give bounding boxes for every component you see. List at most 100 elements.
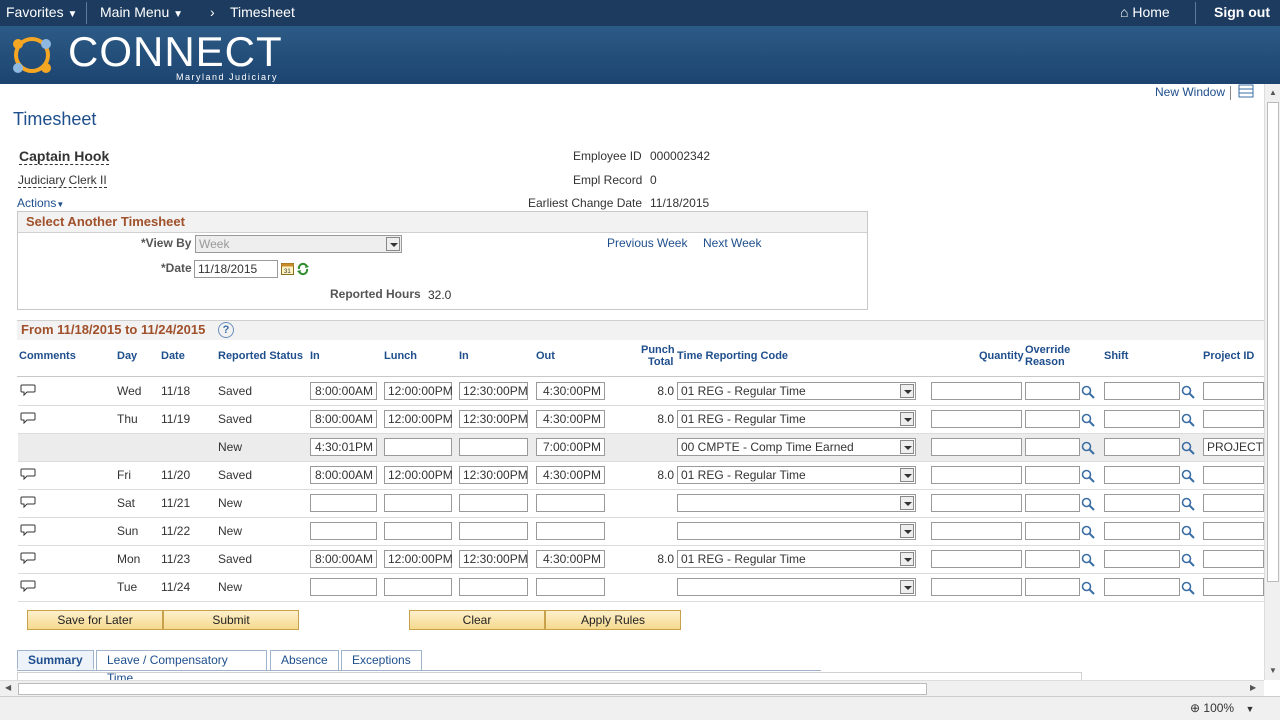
lunch-time-input[interactable]: 12:00:00PM <box>384 466 453 484</box>
out-time-input[interactable]: 4:30:00PM <box>536 410 605 428</box>
lookup-icon[interactable] <box>1181 553 1195 567</box>
project-id-input[interactable] <box>1203 578 1264 596</box>
personalize-page-icon[interactable] <box>1238 84 1254 98</box>
comment-icon[interactable] <box>20 467 36 481</box>
horizontal-scrollbar[interactable]: ◀ ▶ <box>0 680 1264 696</box>
shift-input[interactable] <box>1104 410 1180 428</box>
override-reason-input[interactable] <box>1025 438 1080 456</box>
lookup-icon[interactable] <box>1181 441 1195 455</box>
lookup-icon[interactable] <box>1081 413 1095 427</box>
vertical-scrollbar[interactable]: ▲ ▼ <box>1264 84 1280 680</box>
shift-input[interactable] <box>1104 550 1180 568</box>
quantity-input[interactable] <box>931 438 1022 456</box>
zoom-control[interactable]: ⊕ 100% ▼ <box>1190 701 1254 715</box>
refresh-icon[interactable] <box>296 262 310 276</box>
scroll-left-icon[interactable]: ◀ <box>5 683 11 692</box>
lookup-icon[interactable] <box>1081 525 1095 539</box>
lunch-time-input[interactable]: 12:00:00PM <box>384 410 453 428</box>
in-time-2-input[interactable] <box>459 522 528 540</box>
lookup-icon[interactable] <box>1081 469 1095 483</box>
next-week-link[interactable]: Next Week <box>703 236 761 250</box>
quantity-input[interactable] <box>931 550 1022 568</box>
previous-week-link[interactable]: Previous Week <box>607 236 687 250</box>
in-time-input[interactable]: 8:00:00AM <box>310 382 377 400</box>
in-time-input[interactable] <box>310 578 377 596</box>
project-id-input[interactable] <box>1203 522 1264 540</box>
out-time-input[interactable]: 4:30:00PM <box>536 466 605 484</box>
help-icon[interactable]: ? <box>218 322 234 338</box>
in-time-input[interactable] <box>310 494 377 512</box>
shift-input[interactable] <box>1104 382 1180 400</box>
comment-icon[interactable] <box>20 495 36 509</box>
in-time-input[interactable]: 8:00:00AM <box>310 550 377 568</box>
lookup-icon[interactable] <box>1181 581 1195 595</box>
scroll-up-icon[interactable]: ▲ <box>1269 88 1277 97</box>
out-time-input[interactable] <box>536 522 605 540</box>
tab-exceptions[interactable]: Exceptions <box>341 650 422 670</box>
in-time-2-input[interactable] <box>459 438 528 456</box>
override-reason-input[interactable] <box>1025 382 1080 400</box>
lookup-icon[interactable] <box>1081 553 1095 567</box>
employee-job-title[interactable]: Judiciary Clerk II <box>18 173 107 188</box>
favorites-menu[interactable]: Favorites ▼ <box>6 4 77 20</box>
in-time-input[interactable]: 4:30:01PM <box>310 438 377 456</box>
project-id-input[interactable] <box>1203 382 1264 400</box>
lunch-time-input[interactable] <box>384 578 452 596</box>
lookup-icon[interactable] <box>1081 497 1095 511</box>
lookup-icon[interactable] <box>1081 581 1095 595</box>
in-time-input[interactable] <box>310 522 377 540</box>
date-input[interactable]: 11/18/2015 <box>194 260 278 278</box>
in-time-input[interactable]: 8:00:00AM <box>310 410 377 428</box>
lookup-icon[interactable] <box>1181 469 1195 483</box>
scroll-down-icon[interactable]: ▼ <box>1269 666 1277 675</box>
apply-rules-button[interactable]: Apply Rules <box>545 610 681 630</box>
quantity-input[interactable] <box>931 494 1022 512</box>
comment-icon[interactable] <box>20 579 36 593</box>
in-time-input[interactable]: 8:00:00AM <box>310 466 377 484</box>
lookup-icon[interactable] <box>1181 497 1195 511</box>
comment-icon[interactable] <box>20 523 36 537</box>
tab-absence[interactable]: Absence <box>270 650 339 670</box>
shift-input[interactable] <box>1104 578 1180 596</box>
vertical-scroll-thumb[interactable] <box>1267 102 1279 582</box>
calendar-icon[interactable]: 31 <box>281 262 294 275</box>
lunch-time-input[interactable] <box>384 438 452 456</box>
lunch-time-input[interactable] <box>384 494 452 512</box>
employee-name[interactable]: Captain Hook <box>19 148 110 165</box>
scroll-right-icon[interactable]: ▶ <box>1250 683 1256 692</box>
quantity-input[interactable] <box>931 382 1022 400</box>
horizontal-scroll-thumb[interactable] <box>18 683 927 695</box>
out-time-input[interactable]: 4:30:00PM <box>536 382 605 400</box>
save-for-later-button[interactable]: Save for Later <box>27 610 163 630</box>
override-reason-input[interactable] <box>1025 578 1080 596</box>
quantity-input[interactable] <box>931 410 1022 428</box>
project-id-input[interactable] <box>1203 550 1264 568</box>
override-reason-input[interactable] <box>1025 466 1080 484</box>
project-id-input[interactable] <box>1203 410 1264 428</box>
new-window-link[interactable]: New Window <box>1155 85 1225 99</box>
out-time-input[interactable]: 7:00:00PM <box>536 438 605 456</box>
comment-icon[interactable] <box>20 551 36 565</box>
home-link[interactable]: ⌂ Home <box>1120 4 1170 20</box>
lunch-time-input[interactable] <box>384 522 452 540</box>
actions-menu[interactable]: Actions▼ <box>17 196 64 210</box>
time-reporting-code-select[interactable] <box>677 578 916 596</box>
shift-input[interactable] <box>1104 522 1180 540</box>
in-time-2-input[interactable]: 12:30:00PM <box>459 382 528 400</box>
out-time-input[interactable]: 4:30:00PM <box>536 550 605 568</box>
clear-button[interactable]: Clear <box>409 610 545 630</box>
lookup-icon[interactable] <box>1081 385 1095 399</box>
in-time-2-input[interactable]: 12:30:00PM <box>459 466 528 484</box>
override-reason-input[interactable] <box>1025 522 1080 540</box>
in-time-2-input[interactable]: 12:30:00PM <box>459 550 528 568</box>
shift-input[interactable] <box>1104 494 1180 512</box>
lookup-icon[interactable] <box>1181 413 1195 427</box>
project-id-input[interactable] <box>1203 494 1264 512</box>
override-reason-input[interactable] <box>1025 550 1080 568</box>
lookup-icon[interactable] <box>1181 385 1195 399</box>
comment-icon[interactable] <box>20 411 36 425</box>
tab-leave-compensatory-time[interactable]: Leave / Compensatory Time <box>96 650 267 685</box>
override-reason-input[interactable] <box>1025 410 1080 428</box>
out-time-input[interactable] <box>536 494 605 512</box>
quantity-input[interactable] <box>931 578 1022 596</box>
